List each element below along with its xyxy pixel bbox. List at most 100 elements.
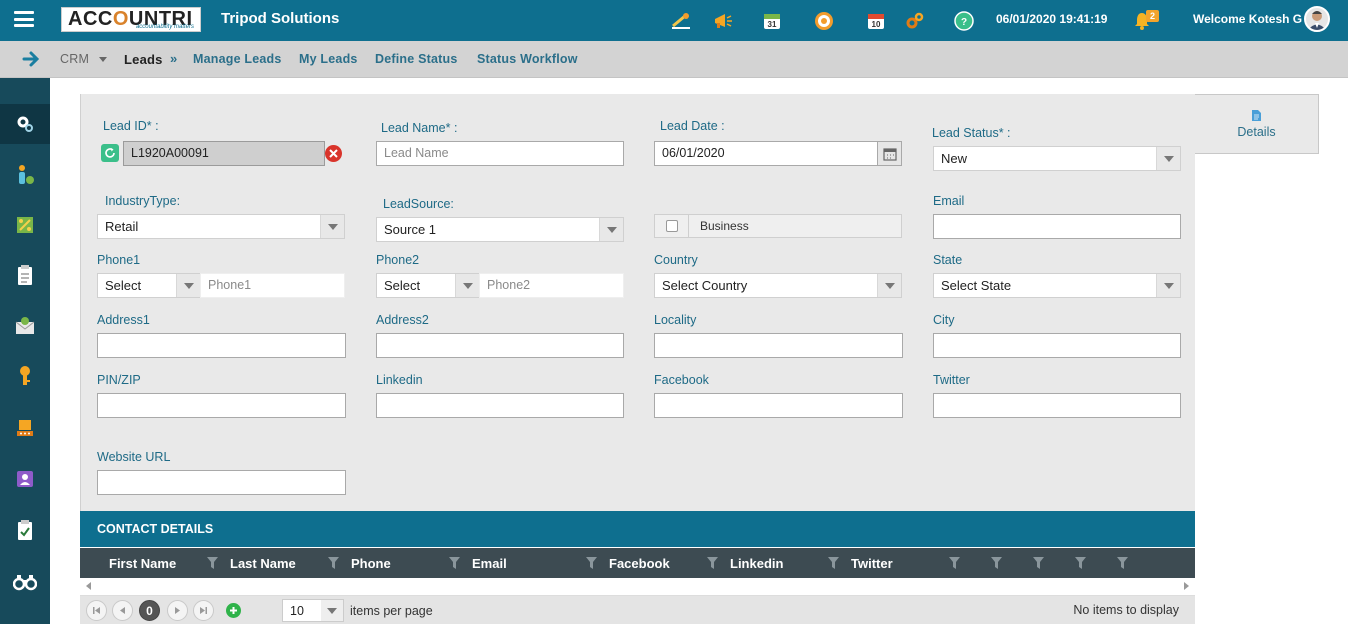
- filter-icon[interactable]: [449, 557, 460, 569]
- filter-icon[interactable]: [707, 557, 718, 569]
- col-linkedin[interactable]: Linkedin: [730, 556, 783, 571]
- arrow-right-icon[interactable]: [22, 50, 40, 71]
- settings-icon[interactable]: [904, 10, 926, 32]
- col-phone[interactable]: Phone: [351, 556, 391, 571]
- website-input[interactable]: [97, 470, 346, 495]
- lead-source-label: LeadSource:: [383, 197, 454, 211]
- col-last-name[interactable]: Last Name: [230, 556, 296, 571]
- address2-label: Address2: [376, 313, 429, 327]
- phone1-code-select[interactable]: Select: [97, 273, 201, 298]
- country-select[interactable]: Select Country: [654, 273, 902, 298]
- nav-my-leads[interactable]: My Leads: [299, 52, 358, 66]
- add-row-button[interactable]: [226, 603, 241, 618]
- refresh-icon[interactable]: [101, 144, 119, 162]
- nav-define-status[interactable]: Define Status: [375, 52, 457, 66]
- clipboard-icon: [18, 265, 32, 285]
- pin-input[interactable]: [97, 393, 346, 418]
- calendar-picker-icon[interactable]: [877, 141, 902, 166]
- filter-icon[interactable]: [991, 557, 1002, 569]
- linkedin-label: Linkedin: [376, 373, 423, 387]
- col-twitter[interactable]: Twitter: [851, 556, 893, 571]
- sidebar-item-contact-card[interactable]: [0, 459, 50, 499]
- col-email[interactable]: Email: [472, 556, 507, 571]
- business-checkbox[interactable]: [655, 215, 689, 237]
- menu-icon[interactable]: [14, 11, 34, 27]
- state-select[interactable]: Select State: [933, 273, 1181, 298]
- col-facebook[interactable]: Facebook: [609, 556, 670, 571]
- clear-icon[interactable]: [325, 145, 342, 162]
- lead-source-select[interactable]: Source 1: [376, 217, 624, 242]
- col-first-name[interactable]: First Name: [109, 556, 176, 571]
- scroll-left-icon[interactable]: [86, 582, 91, 590]
- next-page-button[interactable]: [167, 600, 188, 621]
- filter-icon[interactable]: [328, 557, 339, 569]
- welcome-text[interactable]: Welcome Kotesh G: [1193, 12, 1302, 26]
- filter-icon[interactable]: [586, 557, 597, 569]
- page-size-select[interactable]: 10: [282, 599, 344, 622]
- facebook-label: Facebook: [654, 373, 709, 387]
- chevron-down-icon: [1156, 274, 1180, 297]
- twitter-input[interactable]: [933, 393, 1181, 418]
- contact-grid-body[interactable]: [80, 578, 1195, 596]
- sidebar-item-finance[interactable]: [0, 205, 50, 245]
- lead-id-input[interactable]: L1920A00091: [123, 141, 325, 166]
- chevron-down-icon: [176, 274, 200, 297]
- address2-input[interactable]: [376, 333, 624, 358]
- facebook-input[interactable]: [654, 393, 903, 418]
- business-label: Business: [700, 219, 749, 233]
- sidebar-item-clipboard[interactable]: [0, 255, 50, 295]
- sidebar-item-keys[interactable]: [0, 356, 50, 396]
- target-icon[interactable]: [813, 10, 835, 32]
- nav-manage-leads[interactable]: Manage Leads: [193, 52, 282, 66]
- lead-date-label: Lead Date :: [660, 119, 725, 133]
- locality-input[interactable]: [654, 333, 903, 358]
- last-page-icon: [200, 607, 207, 614]
- logo[interactable]: ACCOUNTRI accountability matters: [61, 7, 201, 32]
- lead-name-input[interactable]: Lead Name: [376, 141, 624, 166]
- breadcrumb-crm[interactable]: CRM: [60, 52, 107, 66]
- sidebar-item-settings[interactable]: [0, 104, 50, 144]
- scroll-right-icon[interactable]: [1184, 582, 1189, 590]
- filter-icon[interactable]: [1117, 557, 1128, 569]
- svg-text:?: ?: [961, 17, 967, 28]
- nav-status-workflow[interactable]: Status Workflow: [477, 52, 578, 66]
- breadcrumb-leads[interactable]: Leads: [124, 52, 163, 67]
- graduation-icon[interactable]: [670, 10, 692, 32]
- city-input[interactable]: [933, 333, 1181, 358]
- calendar-icon[interactable]: 31: [761, 10, 783, 32]
- sidebar-item-mail[interactable]: [0, 306, 50, 346]
- linkedin-input[interactable]: [376, 393, 624, 418]
- current-page[interactable]: 0: [139, 600, 160, 621]
- avatar[interactable]: [1304, 6, 1330, 32]
- megaphone-icon[interactable]: [712, 10, 734, 32]
- phone2-code-select[interactable]: Select: [376, 273, 480, 298]
- filter-icon[interactable]: [949, 557, 960, 569]
- sidebar-item-user-money[interactable]: [0, 155, 50, 195]
- filter-icon[interactable]: [1075, 557, 1086, 569]
- help-icon[interactable]: ?: [953, 10, 975, 32]
- bell-icon[interactable]: 2: [1133, 9, 1163, 31]
- breadcrumb: CRM Leads » Manage Leads My Leads Define…: [0, 41, 1348, 78]
- sidebar-item-inventory[interactable]: [0, 408, 50, 448]
- filter-icon[interactable]: [828, 557, 839, 569]
- schedule-icon[interactable]: 10: [865, 10, 887, 32]
- last-page-button[interactable]: [193, 600, 214, 621]
- address1-input[interactable]: [97, 333, 346, 358]
- phone1-input[interactable]: Phone1: [200, 273, 345, 298]
- finance-icon: [17, 217, 33, 233]
- industry-type-select[interactable]: Retail: [97, 214, 345, 239]
- email-input[interactable]: [933, 214, 1181, 239]
- prev-page-button[interactable]: [112, 600, 133, 621]
- lead-status-select[interactable]: New: [933, 146, 1181, 171]
- country-label: Country: [654, 253, 698, 267]
- phone2-input[interactable]: Phone2: [479, 273, 624, 298]
- filter-icon[interactable]: [1033, 557, 1044, 569]
- filter-icon[interactable]: [207, 557, 218, 569]
- lead-date-input[interactable]: 06/01/2020: [654, 141, 878, 166]
- address1-label: Address1: [97, 313, 150, 327]
- phone1-code-value: Select: [105, 278, 142, 293]
- tab-details[interactable]: Details: [1195, 94, 1319, 154]
- sidebar-item-checklist[interactable]: [0, 510, 50, 550]
- sidebar-item-search[interactable]: [0, 562, 50, 602]
- first-page-button[interactable]: [86, 600, 107, 621]
